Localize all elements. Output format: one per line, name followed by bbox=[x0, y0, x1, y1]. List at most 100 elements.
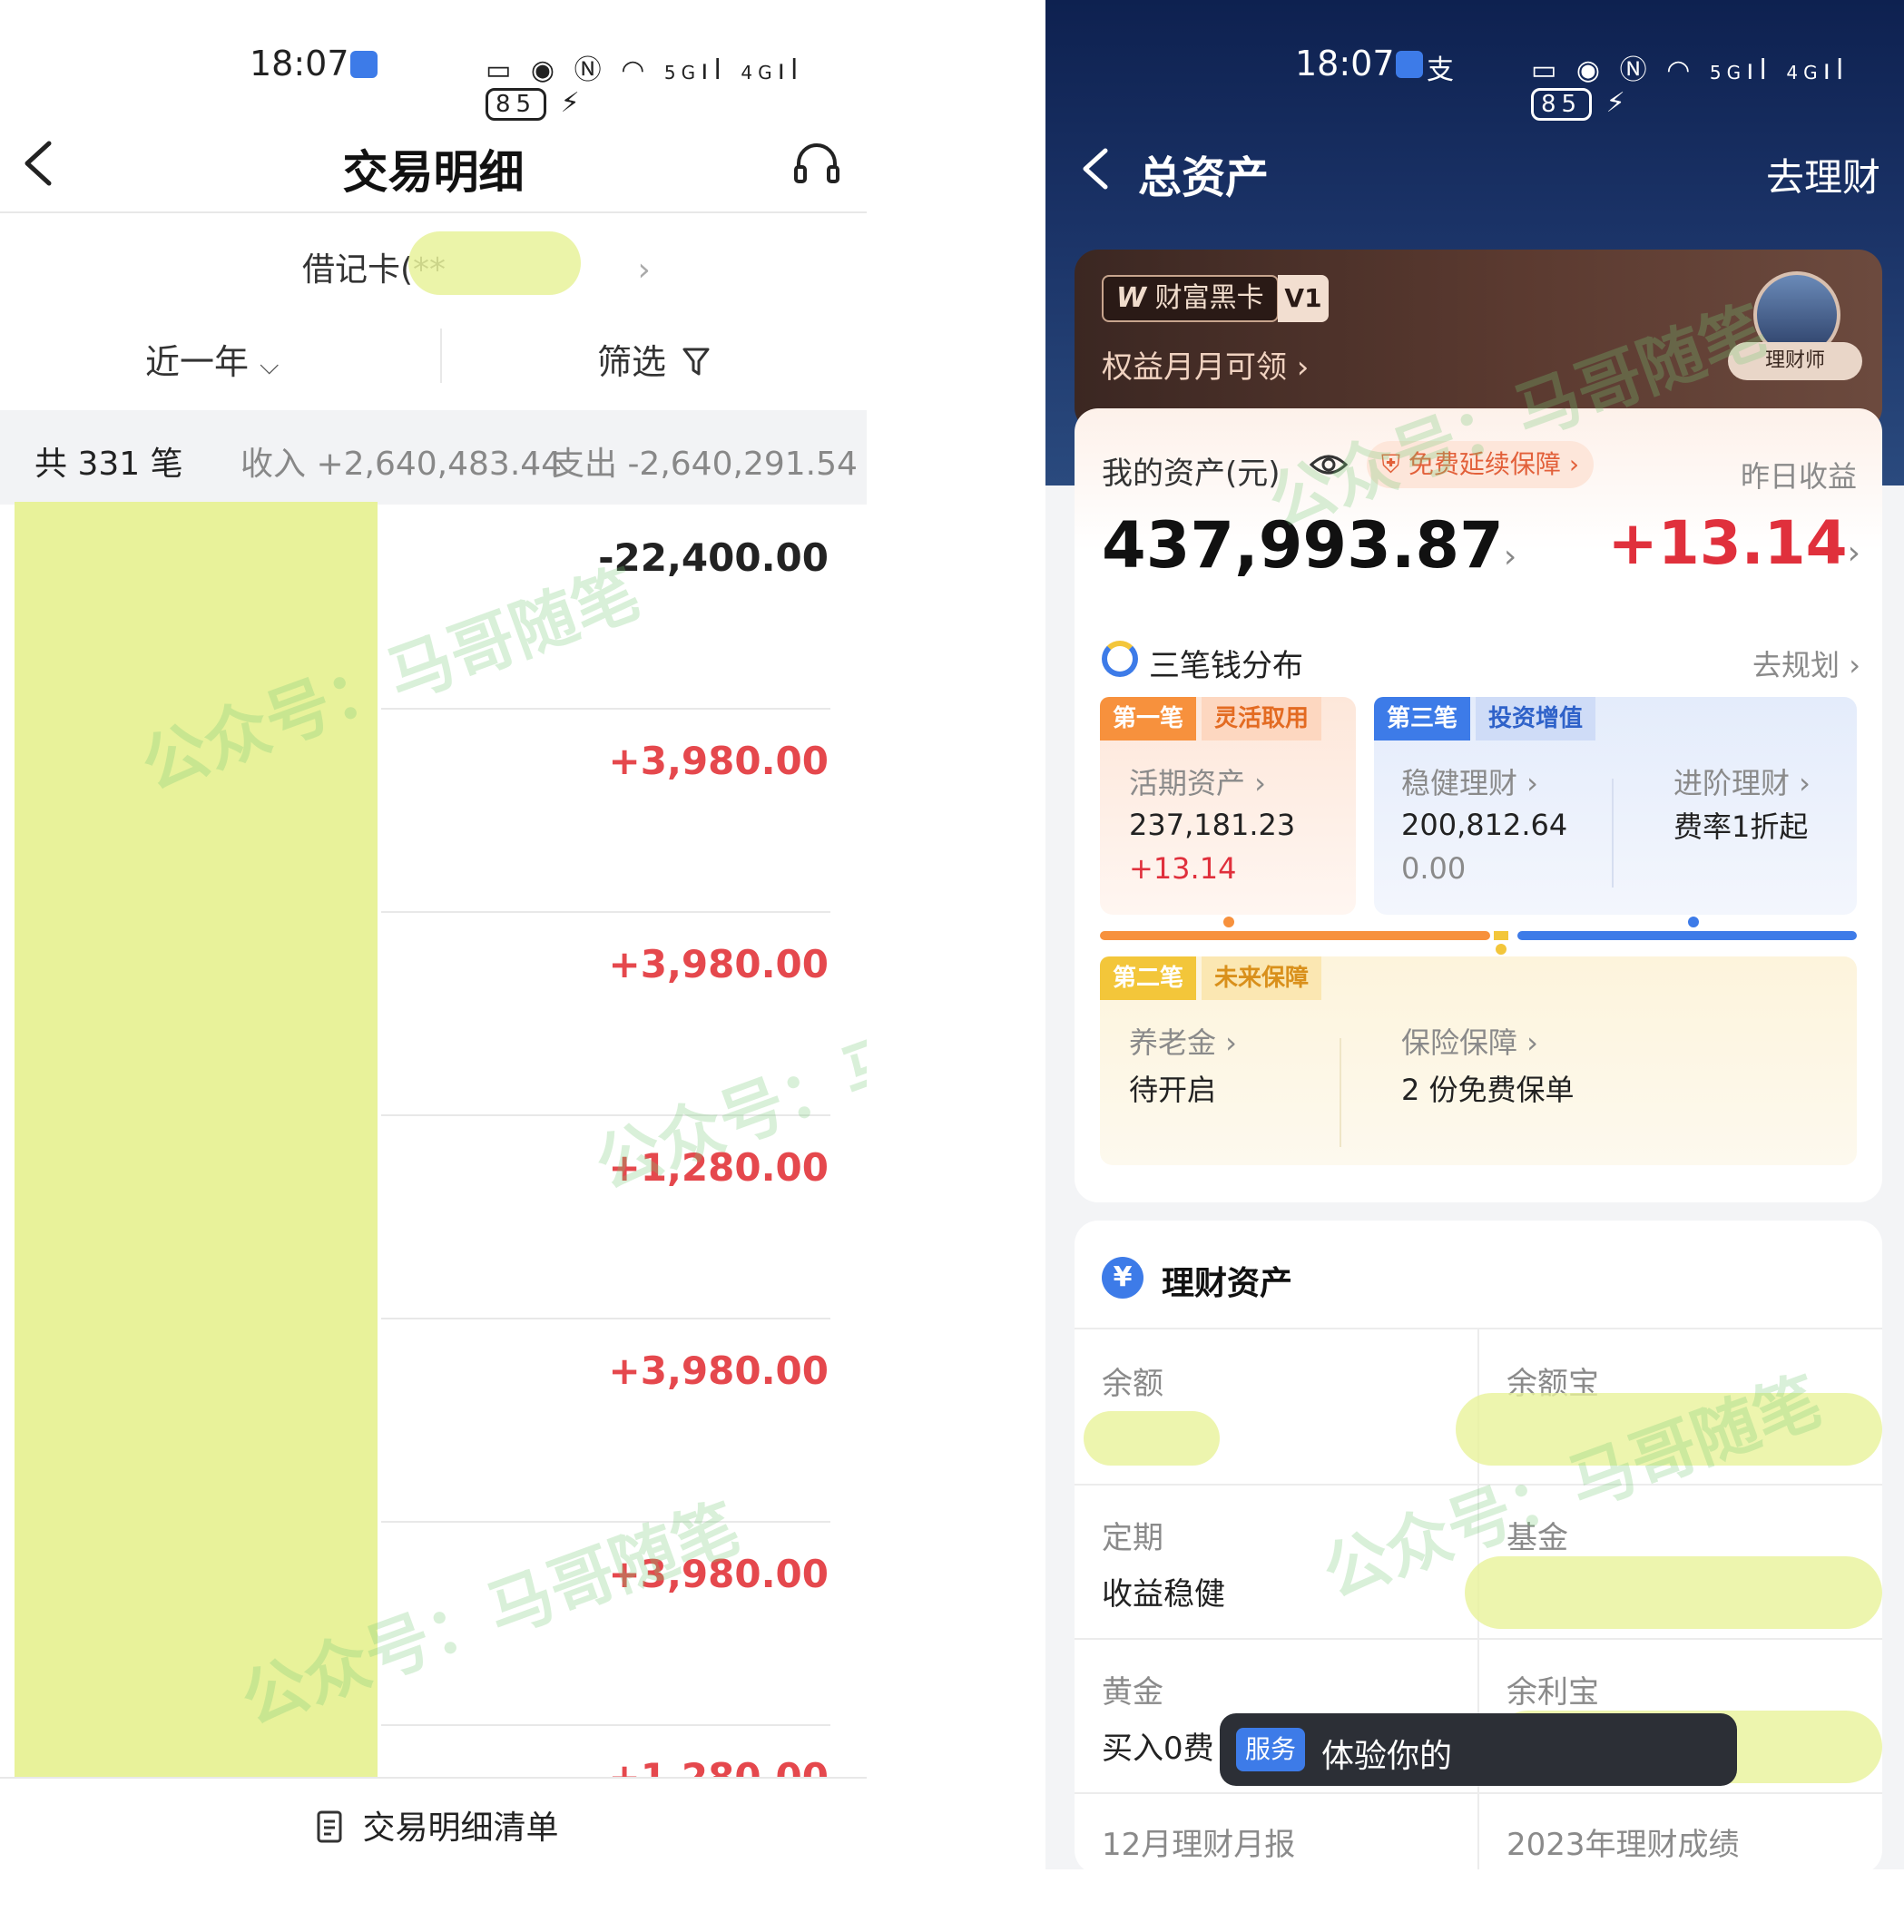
third-bucket-card: 第三笔 投资增值 稳健理财 › 200,812.64 0.00 进阶理财 › 费… bbox=[1374, 697, 1857, 915]
signal-4g-icon: 4G bbox=[741, 62, 778, 83]
transaction-amount: -22,400.00 bbox=[598, 535, 829, 580]
service-badge: 服务 bbox=[1236, 1728, 1306, 1771]
page-title: 交易明细 bbox=[342, 146, 525, 199]
yesterday-earnings[interactable]: +13.14› bbox=[1608, 508, 1860, 578]
third-tag-desc: 投资增值 bbox=[1476, 697, 1596, 740]
bucket-divider bbox=[1340, 1038, 1341, 1147]
wealth-cell-gold-sub: 买入0费 bbox=[1102, 1731, 1214, 1767]
charging-icon: ⚡ bbox=[1605, 87, 1631, 119]
wealth-cell-yulibao[interactable]: 余利宝 bbox=[1507, 1667, 1599, 1711]
battery-icon: 85 bbox=[486, 88, 547, 121]
wealth-row-divider bbox=[1075, 1792, 1882, 1794]
chevron-right-icon: › bbox=[1503, 538, 1517, 575]
service-text: 体验你的 bbox=[1321, 1738, 1453, 1775]
row-divider bbox=[381, 1318, 830, 1319]
battery-icon: 85 bbox=[1531, 88, 1593, 121]
redaction-mark bbox=[408, 231, 581, 295]
assets-card: 我的资产(元) ⛨ 免费延续保障 › 昨日收益 437,993.87› +13.… bbox=[1075, 408, 1882, 1202]
wealth-title: 理财资产 bbox=[1162, 1265, 1293, 1302]
row-divider bbox=[381, 708, 830, 710]
second-tag-desc: 未来保障 bbox=[1202, 956, 1322, 1000]
period-label: 近一年 bbox=[145, 342, 250, 382]
wealth-cell-gold[interactable]: 黄金 bbox=[1102, 1667, 1163, 1711]
wealth-row-divider bbox=[1075, 1638, 1882, 1640]
signal-5g-icon: 5G bbox=[663, 62, 702, 83]
signal-4g-icon: 4G bbox=[1786, 62, 1823, 83]
pension-value: 待开启 bbox=[1129, 1073, 1217, 1107]
page-title: 总资产 bbox=[1138, 152, 1270, 203]
distribution-title: 三笔钱分布 bbox=[1149, 648, 1303, 684]
yuan-icon: ¥ bbox=[1102, 1257, 1143, 1299]
first-tag: 第一笔 bbox=[1100, 697, 1197, 740]
black-card-brand: 财富黑卡 bbox=[1154, 282, 1264, 314]
pension-label[interactable]: 养老金 › bbox=[1129, 1020, 1237, 1062]
status-icons: ▭ ◉ Ⓝ ◠ 5Gıl 4Gıl 85 ⚡ bbox=[486, 54, 804, 121]
bucket-divider bbox=[1612, 779, 1614, 888]
signal-5g-icon: 5G bbox=[1709, 62, 1747, 83]
filter-button[interactable]: 筛选 bbox=[597, 334, 710, 384]
status-time: 18:07 bbox=[1295, 44, 1395, 83]
third-tag: 第三笔 bbox=[1374, 697, 1471, 740]
current-assets-delta: +13.14 bbox=[1129, 851, 1237, 886]
advanced-invest-label[interactable]: 进阶理财 › bbox=[1673, 760, 1811, 802]
first-tag-desc: 灵活取用 bbox=[1202, 697, 1322, 740]
funnel-icon bbox=[682, 348, 710, 376]
second-bar-marker bbox=[1496, 944, 1507, 955]
eye-icon: ◉ bbox=[1575, 54, 1606, 86]
distribution-icon bbox=[1102, 641, 1138, 677]
transaction-amount: +3,980.00 bbox=[608, 1348, 829, 1393]
filter-label: 筛选 bbox=[597, 342, 667, 382]
transaction-amount: +3,980.00 bbox=[608, 942, 829, 986]
chevron-right-icon: › bbox=[1847, 534, 1860, 572]
wealth-cell-fixed-sub: 收益稳健 bbox=[1102, 1576, 1225, 1613]
wifi-icon: ◠ bbox=[621, 54, 651, 86]
period-dropdown[interactable]: 近一年 ⌵ bbox=[145, 334, 279, 384]
yesterday-earnings-value: +13.14 bbox=[1607, 508, 1848, 578]
transaction-count: 共 331 笔 bbox=[34, 446, 183, 483]
stable-invest-label[interactable]: 稳健理财 › bbox=[1401, 760, 1538, 802]
nfc-icon: Ⓝ bbox=[1619, 54, 1653, 86]
first-bucket-bar bbox=[1100, 931, 1490, 940]
first-bar-marker bbox=[1223, 917, 1234, 927]
summary-bar: 共 331 笔 收入 +2,640,483.44 支出 -2,640,291.5… bbox=[0, 410, 867, 505]
cast-icon: ▭ bbox=[1531, 54, 1563, 86]
advanced-invest-value: 费率1折起 bbox=[1673, 809, 1809, 844]
usb-icon bbox=[1396, 51, 1423, 78]
service-toast[interactable]: 服务 体验你的 bbox=[1220, 1713, 1737, 1786]
back-button[interactable] bbox=[1078, 143, 1114, 194]
wealth-cell-balance[interactable]: 余额 bbox=[1102, 1358, 1163, 1403]
wealth-cell-fixed[interactable]: 定期 bbox=[1102, 1513, 1163, 1557]
second-bucket-card: 第二笔 未来保障 养老金 › 待开启 保险保障 › 2 份免费保单 bbox=[1100, 956, 1857, 1165]
expense-total: 支出 -2,640,291.54 bbox=[552, 446, 858, 483]
stable-invest-value: 200,812.64 bbox=[1401, 808, 1568, 842]
charging-icon: ⚡ bbox=[560, 87, 585, 119]
plan-link[interactable]: 去规划 › bbox=[1752, 642, 1860, 684]
eye-icon: ◉ bbox=[530, 54, 561, 86]
third-bar-marker bbox=[1688, 917, 1699, 927]
total-assets-screen: 18:07 支 ▭ ◉ Ⓝ ◠ 5Gıl 4Gıl 85 ⚡ 总资产 去理财 W… bbox=[1045, 0, 1904, 1869]
redaction-mark bbox=[1465, 1556, 1882, 1629]
cast-icon: ▭ bbox=[486, 54, 517, 86]
second-tag: 第二笔 bbox=[1100, 956, 1197, 1000]
transaction-amount: +3,980.00 bbox=[608, 739, 829, 783]
row-divider bbox=[381, 1724, 830, 1726]
document-list-icon bbox=[317, 1810, 342, 1843]
statement-link[interactable]: 交易明细清单 bbox=[316, 1801, 558, 1849]
headset-icon[interactable] bbox=[791, 138, 842, 189]
wealth-logo-icon: W bbox=[1116, 282, 1147, 314]
redaction-mark bbox=[1084, 1411, 1220, 1466]
first-bucket-card[interactable]: 第一笔 灵活取用 活期资产 › 237,181.23 +13.14 bbox=[1100, 697, 1356, 915]
annual-result-link[interactable]: 2023年理财成绩 bbox=[1507, 1819, 1740, 1864]
benefit-link[interactable]: 权益月月可领 › bbox=[1102, 342, 1309, 387]
status-icons: ▭ ◉ Ⓝ ◠ 5Gıl 4Gıl 85 ⚡ bbox=[1531, 54, 1850, 121]
income-total: 收入 +2,640,483.44 bbox=[240, 446, 563, 483]
nav-divider bbox=[0, 211, 867, 213]
insurance-label[interactable]: 保险保障 › bbox=[1401, 1020, 1538, 1062]
yesterday-label: 昨日收益 bbox=[1740, 459, 1857, 494]
chevron-down-icon: ⌵ bbox=[260, 350, 280, 380]
monthly-report-link[interactable]: 12月理财月报 bbox=[1102, 1819, 1295, 1864]
current-assets-label: 活期资产 › bbox=[1129, 766, 1266, 800]
statement-label: 交易明细清单 bbox=[362, 1809, 559, 1847]
go-invest-link[interactable]: 去理财 bbox=[1766, 147, 1880, 202]
third-bucket-bar bbox=[1517, 931, 1857, 940]
